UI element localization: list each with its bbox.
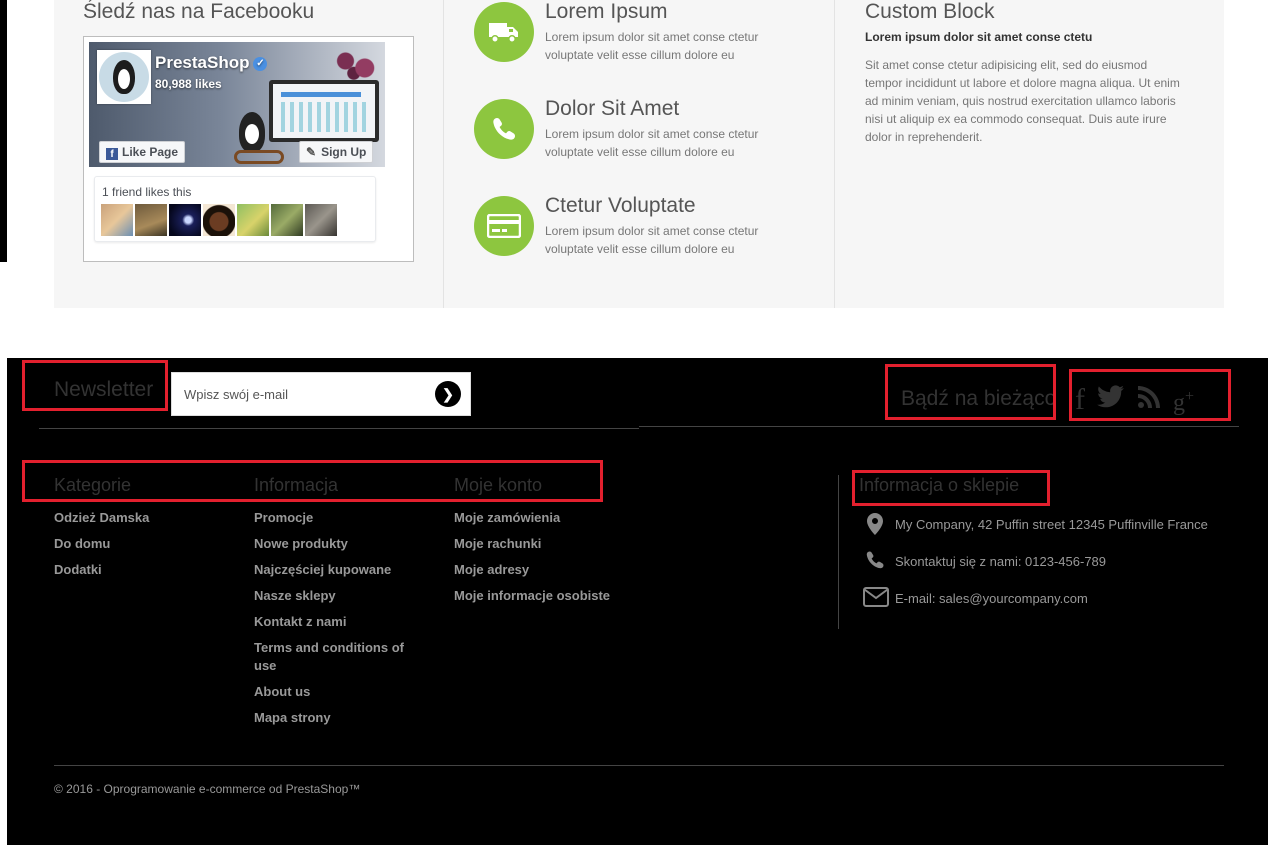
information-link-terms[interactable]: Terms and conditions of use bbox=[254, 639, 419, 675]
newsletter-email-input[interactable] bbox=[172, 373, 422, 415]
social-divider bbox=[639, 426, 1239, 427]
friend-avatar[interactable] bbox=[169, 204, 201, 236]
verified-badge-icon: ✓ bbox=[253, 56, 268, 71]
store-info-divider bbox=[838, 475, 839, 629]
category-link[interactable]: Odzież Damska bbox=[54, 509, 219, 527]
friend-avatar[interactable] bbox=[203, 204, 235, 236]
annotation-box-store-info-title bbox=[852, 470, 1050, 506]
footer-bottom-divider bbox=[54, 765, 1224, 766]
account-link-addresses[interactable]: Moje adresy bbox=[454, 561, 654, 579]
sign-up-button[interactable]: ✎ Sign Up bbox=[299, 141, 374, 163]
envelope-icon bbox=[863, 587, 889, 611]
my-account-list: Moje zamówienia Moje rachunki Moje adres… bbox=[454, 509, 654, 613]
glasses-illustration bbox=[234, 150, 284, 164]
home-blocks: Śledź nas na Facebooku PrestaShop ✓ 80,98… bbox=[54, 0, 1224, 308]
map-marker-icon bbox=[863, 513, 887, 537]
custom-block-text: Sit amet conse ctetur adipisicing elit, … bbox=[865, 58, 1180, 144]
annotation-box-follow-title bbox=[885, 364, 1056, 420]
newsletter-submit-button[interactable]: ❯ bbox=[435, 381, 461, 407]
info-block-text: Lorem ipsum dolor sit amet conse ctetur … bbox=[545, 127, 759, 159]
info-block-phone: Dolor Sit Amet Lorem ipsum dolor sit ame… bbox=[474, 97, 814, 159]
like-page-button[interactable]: f Like Page bbox=[99, 141, 186, 163]
friend-avatar[interactable] bbox=[305, 204, 337, 236]
store-phone-text: Skontaktuj się z nami: 0123-456-789 bbox=[895, 554, 1107, 569]
information-link-sitemap[interactable]: Mapa strony bbox=[254, 709, 419, 727]
account-link-personal-info[interactable]: Moje informacje osobiste bbox=[454, 587, 654, 605]
facebook-cover-image: PrestaShop ✓ 80,988 likes f Like Page ✎ Sig… bbox=[89, 42, 385, 167]
information-link-best-sellers[interactable]: Najczęściej kupowane bbox=[254, 561, 419, 579]
laptop-illustration bbox=[269, 80, 379, 142]
left-edge-strip bbox=[0, 0, 7, 262]
phone-icon bbox=[474, 99, 534, 159]
facebook-page-name-text[interactable]: PrestaShop bbox=[155, 53, 249, 72]
facebook-f-icon: f bbox=[106, 148, 118, 160]
information-link-new-products[interactable]: Nowe produkty bbox=[254, 535, 419, 553]
info-block-payment: Ctetur Voluptate Lorem ipsum dolor sit a… bbox=[474, 194, 814, 256]
annotation-box-social-icons bbox=[1069, 369, 1231, 421]
info-block-title: Ctetur Voluptate bbox=[545, 194, 696, 217]
facebook-block: Śledź nas na Facebooku PrestaShop ✓ 80,98… bbox=[54, 0, 443, 308]
information-link-promotions[interactable]: Promocje bbox=[254, 509, 419, 527]
sign-up-label: Sign Up bbox=[321, 145, 367, 159]
friend-avatar[interactable] bbox=[237, 204, 269, 236]
chevron-right-icon: ❯ bbox=[442, 386, 454, 402]
info-blocks: Lorem Ipsum Lorem ipsum dolor sit amet c… bbox=[443, 0, 834, 308]
credit-card-icon bbox=[474, 196, 534, 256]
truck-icon bbox=[474, 2, 534, 62]
friend-avatar[interactable] bbox=[271, 204, 303, 236]
info-block-title: Dolor Sit Amet bbox=[545, 97, 680, 120]
phone-icon bbox=[863, 550, 887, 574]
facebook-page-avatar[interactable] bbox=[97, 50, 151, 104]
info-block-title: Lorem Ipsum bbox=[545, 0, 668, 23]
friends-like-text[interactable]: 1 friend likes this bbox=[102, 185, 191, 199]
friend-avatar[interactable] bbox=[135, 204, 167, 236]
info-block-text: Lorem ipsum dolor sit amet conse ctetur … bbox=[545, 30, 759, 62]
like-page-label: Like Page bbox=[122, 145, 179, 159]
information-link-our-stores[interactable]: Nasze sklepy bbox=[254, 587, 419, 605]
info-block-shipping: Lorem Ipsum Lorem ipsum dolor sit amet c… bbox=[474, 0, 814, 62]
custom-block-subtitle: Lorem ipsum dolor sit amet conse ctetu bbox=[865, 30, 1093, 44]
custom-block-title: Custom Block bbox=[865, 0, 995, 23]
account-link-credit-slips[interactable]: Moje rachunki bbox=[454, 535, 654, 553]
friend-avatar[interactable] bbox=[101, 204, 133, 236]
facebook-likes-count: 80,988 likes bbox=[155, 77, 222, 91]
categories-list: Odzież Damska Do domu Dodatki bbox=[54, 509, 219, 587]
annotation-box-newsletter bbox=[22, 360, 168, 411]
custom-block: Custom Block Lorem ipsum dolor sit amet … bbox=[834, 0, 1224, 308]
facebook-block-title: Śledź nas na Facebooku bbox=[83, 0, 315, 23]
facebook-widget: PrestaShop ✓ 80,988 likes f Like Page ✎ Sig… bbox=[83, 36, 414, 262]
store-address-text: My Company, 42 Puffin street 12345 Puffi… bbox=[895, 517, 1208, 532]
category-link[interactable]: Do domu bbox=[54, 535, 219, 553]
newsletter-divider bbox=[39, 428, 639, 429]
site-footer: Newsletter ❯ Bądź na bieżąco f g+ Katego… bbox=[7, 358, 1268, 845]
info-block-text: Lorem ipsum dolor sit amet conse ctetur … bbox=[545, 224, 759, 256]
facebook-page-name[interactable]: PrestaShop ✓ bbox=[155, 53, 268, 73]
pencil-icon: ✎ bbox=[306, 145, 317, 159]
category-link[interactable]: Dodatki bbox=[54, 561, 219, 579]
information-link-about[interactable]: About us bbox=[254, 683, 419, 701]
friend-thumbnails bbox=[101, 204, 337, 236]
flower-illustration bbox=[329, 47, 384, 82]
information-list: Promocje Nowe produkty Najczęściej kupow… bbox=[254, 509, 419, 735]
copyright-text[interactable]: © 2016 - Oprogramowanie e-commerce od Pr… bbox=[54, 782, 360, 796]
store-email-text[interactable]: E-mail: sales@yourcompany.com bbox=[895, 591, 1088, 606]
account-link-orders[interactable]: Moje zamówienia bbox=[454, 509, 654, 527]
annotation-box-footer-columns bbox=[22, 460, 603, 502]
newsletter-form: ❯ bbox=[171, 372, 471, 416]
puffin-illustration bbox=[239, 112, 265, 152]
information-link-contact[interactable]: Kontakt z nami bbox=[254, 613, 419, 631]
facebook-friends-box: 1 friend likes this bbox=[94, 176, 376, 242]
